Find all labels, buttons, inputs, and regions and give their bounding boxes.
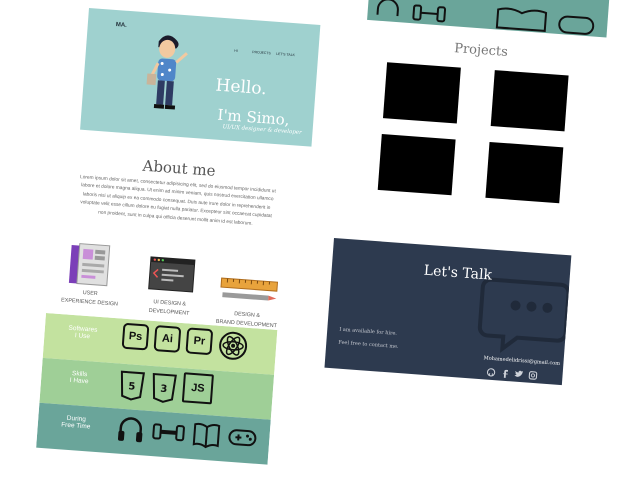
svg-text:3: 3 <box>160 384 168 395</box>
contact-title: Let's Talk <box>423 262 493 284</box>
projects-section: Projects <box>372 36 605 232</box>
contact-availability: I am available for hire. <box>339 326 398 337</box>
project-card-1[interactable] <box>382 62 461 124</box>
hero-greeting: Hello. <box>214 75 268 100</box>
projects-title: Projects <box>453 41 509 61</box>
skills-section: Softwares I Use Ps Ai Pr Skills I Have 5 <box>35 313 278 480</box>
nav-link-hi[interactable]: HI <box>234 49 238 53</box>
code-window-icon <box>148 256 196 293</box>
html5-icon: 5 <box>120 370 146 401</box>
atom-icon <box>219 331 248 360</box>
css3-icon: 3 <box>152 372 177 403</box>
dumbbell-icon <box>152 423 185 442</box>
project-card-3[interactable] <box>377 134 456 196</box>
illustrator-icon: Ai <box>153 325 182 353</box>
free-time-strip <box>367 0 610 38</box>
ruler-pencil-icon <box>220 277 279 301</box>
contact-invite: Feel free to contact me. <box>338 339 399 351</box>
contact-section: Let's Talk I am available for hire. Feel… <box>324 238 572 386</box>
service-ui: UI DESIGN & DEVELOPMENT <box>133 250 209 319</box>
book-icon <box>192 422 221 449</box>
svg-text:5: 5 <box>128 381 136 392</box>
photoshop-icon: Ps <box>121 322 150 351</box>
gamepad-icon <box>228 429 257 447</box>
ux-design-icon <box>68 243 111 287</box>
headphones-icon <box>117 417 143 443</box>
project-card-2[interactable] <box>490 70 569 132</box>
github-icon[interactable] <box>486 368 496 378</box>
site-logo[interactable]: MA. <box>116 22 127 29</box>
twitter-icon[interactable] <box>514 370 524 380</box>
premiere-icon: Pr <box>185 327 214 356</box>
chat-bubble-icon <box>477 277 571 353</box>
avatar-illustration <box>146 35 188 110</box>
about-body: Lorem ipsum dolor sit amet, consectetur … <box>79 175 276 227</box>
nav-link-projects[interactable]: PROJECTS <box>252 50 271 55</box>
service-ux: USER EXPERIENCE DESIGN <box>53 240 129 309</box>
project-card-4[interactable] <box>485 141 564 204</box>
javascript-icon: JS <box>181 372 214 405</box>
social-links <box>486 368 538 381</box>
nav-link-lets-talk[interactable]: LET'S TALK <box>276 52 295 57</box>
facebook-icon[interactable] <box>500 369 510 379</box>
service-brand: DESIGN & BRAND DEVELOPMENT <box>210 262 286 331</box>
instagram-icon[interactable] <box>528 371 538 381</box>
hero-section: MA. HI PROJECTS LET'S TALK Hello. I'm Si… <box>80 8 321 147</box>
free-time-icons-strip <box>376 0 595 35</box>
